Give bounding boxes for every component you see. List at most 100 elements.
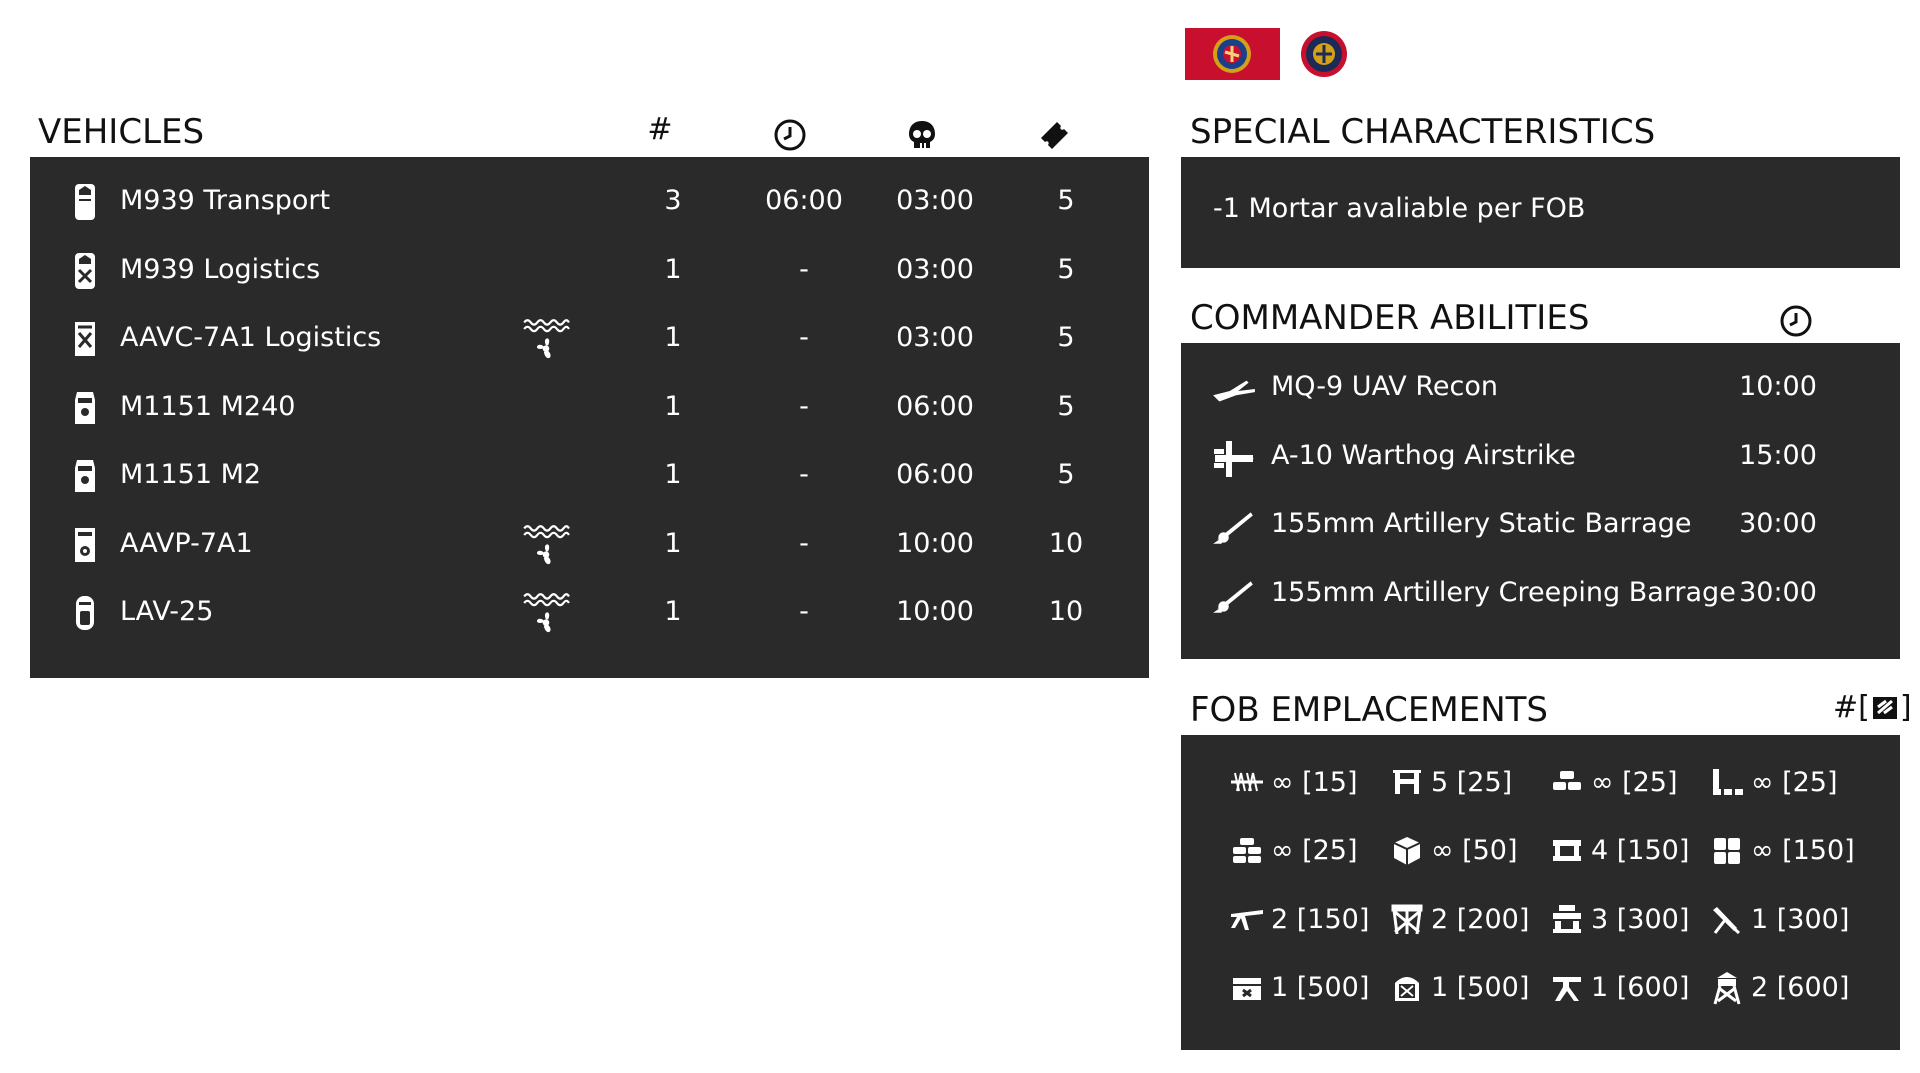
jeep-icon: [68, 456, 102, 496]
fob-emplacement: 2 [600]: [1709, 971, 1849, 1005]
fob-emplacement: 4 [150]: [1549, 834, 1689, 868]
ability-cooldown: 15:00: [1739, 439, 1817, 471]
fob-emplacement-limit: 1 [600]: [1591, 972, 1690, 1003]
radio-hab-icon: [1389, 971, 1425, 1005]
vehicle-count: 1: [664, 527, 682, 559]
vehicle-tickets: 5: [1057, 390, 1075, 422]
ifv-icon: [68, 593, 102, 633]
artillery-icon: [1211, 576, 1257, 616]
special-title: SPECIAL CHARACTERISTICS: [1190, 112, 1656, 152]
ticket-icon: [1037, 118, 1071, 156]
vehicle-tickets: 5: [1057, 185, 1075, 216]
fob-emplacement: 2 [150]: [1229, 902, 1369, 936]
vehicles-title: VEHICLES: [38, 112, 205, 152]
vehicle-row: M1151 M240 1 - 06:00 5: [30, 385, 1149, 435]
razorwire-icon: [1229, 765, 1265, 799]
vehicle-name: M939 Logistics: [120, 253, 321, 285]
fob-emplacement-limit: ∞ [50]: [1431, 835, 1518, 866]
fob-emplacement-limit: ∞ [150]: [1751, 835, 1855, 866]
ammo-crate-icon: [1389, 834, 1425, 868]
mortar-icon: [1709, 902, 1745, 936]
vehicle-respawn: -: [799, 596, 809, 627]
vehicle-row: M939 Logistics 1 - 03:00 5: [30, 248, 1149, 298]
vehicle-row: AAVC-7A1 Logistics 1 - 03:00 5: [30, 316, 1149, 366]
fob-emplacement-limit: 1 [300]: [1751, 903, 1850, 935]
vehicle-name: AAVC-7A1 Logistics: [120, 322, 382, 353]
commander-ability-row: 155mm Artillery Static Barrage 30:00: [1181, 502, 1900, 552]
vehicle-count: 3: [664, 185, 682, 216]
jeep-icon: [68, 388, 102, 428]
fob-emplacement-limit: 4 [150]: [1591, 835, 1690, 866]
fob-emplacement-limit: ∞ [15]: [1271, 766, 1358, 798]
vehicle-count: 1: [664, 322, 682, 353]
vehicles-count-header: #: [647, 112, 673, 147]
vehicle-count: 1: [664, 253, 682, 285]
tower-frame-icon: [1389, 902, 1425, 936]
barrier-block-icon: [1709, 834, 1745, 868]
fob-emplacement: ∞ [25]: [1229, 834, 1358, 868]
fob-emplacement: 5 [25]: [1389, 765, 1512, 799]
truck-logistics-icon: [68, 251, 102, 291]
sandbag-icon: [1549, 765, 1585, 799]
vehicle-name: M939 Transport: [120, 185, 331, 216]
commander-title: COMMANDER ABILITIES: [1190, 298, 1590, 338]
vehicle-tickets: 5: [1057, 322, 1075, 353]
watchtower-icon: [1709, 971, 1745, 1005]
vehicle-destroy: 10:00: [896, 527, 974, 559]
vehicle-tickets: 10: [1048, 596, 1084, 627]
apc-icon: [68, 525, 102, 565]
jet-icon: [1211, 439, 1257, 479]
usmc-flag-icon: [1185, 28, 1280, 80]
fob-emplacement: ∞ [50]: [1389, 834, 1518, 868]
bunker-icon: [1549, 834, 1585, 868]
vehicle-count: 1: [664, 596, 682, 627]
vehicle-name: M1151 M2: [120, 459, 262, 490]
vehicle-respawn: -: [799, 390, 809, 422]
fob-emplacement: 1 [600]: [1549, 971, 1689, 1005]
fob-emplacement-limit: 1 [500]: [1431, 972, 1530, 1003]
vehicle-destroy: 06:00: [896, 459, 974, 490]
fob-emplacement-limit: ∞ [25]: [1271, 835, 1358, 866]
vehicle-respawn: -: [799, 322, 809, 353]
fob-title: FOB EMPLACEMENTS: [1190, 690, 1548, 730]
machine-gun-icon: [1229, 902, 1265, 936]
fob-emplacement: ∞ [150]: [1709, 834, 1855, 868]
vehicle-destroy: 03:00: [896, 185, 974, 216]
vehicle-tickets: 5: [1057, 459, 1075, 490]
vehicle-destroy: 03:00: [896, 322, 974, 353]
vehicle-row: AAVP-7A1 1 - 10:00 10: [30, 522, 1149, 572]
fob-column-header: #[ ]: [1833, 690, 1912, 725]
amphibious-icon: [522, 316, 570, 366]
vehicle-respawn: 06:00: [765, 185, 843, 216]
ability-name: MQ-9 UAV Recon: [1271, 371, 1498, 402]
fob-emplacement-limit: 2 [600]: [1751, 972, 1850, 1003]
vehicle-destroy: 10:00: [896, 596, 974, 627]
vehicle-respawn: -: [799, 253, 809, 285]
vehicle-count: 1: [664, 390, 682, 422]
clock-icon: [1779, 304, 1813, 342]
special-text: -1 Mortar avaliable per FOB: [1213, 193, 1586, 224]
fob-panel: ∞ [15] 5 [25] ∞ [25] ∞ [25] ∞ [25] ∞ [50] 4 [1…: [1181, 735, 1900, 1050]
fob-emplacement-limit: 3 [300]: [1591, 903, 1690, 935]
fob-emplacement: ∞ [15]: [1229, 765, 1358, 799]
uav-icon: [1211, 370, 1257, 410]
fob-emplacement: 1 [300]: [1709, 902, 1849, 936]
bunker-stack-icon: [1549, 902, 1585, 936]
fob-col-label: #[: [1833, 690, 1870, 725]
vehicle-name: M1151 M240: [120, 390, 296, 422]
wall-corner-icon: [1709, 765, 1745, 799]
skull-icon: [905, 118, 939, 156]
commander-panel: MQ-9 UAV Recon 10:00 A-10 Warthog Airstrik…: [1181, 343, 1900, 659]
fob-emplacement-limit: 2 [200]: [1431, 903, 1530, 935]
commander-ability-row: 155mm Artillery Creeping Barrage 30:00: [1181, 571, 1900, 621]
usmc-emblem-icon: [1300, 30, 1348, 78]
amphibious-icon: [522, 522, 570, 572]
apc-logistics-icon: [68, 319, 102, 359]
vehicles-panel: M939 Transport 3 06:00 03:00 5 M939 Logistics…: [30, 157, 1149, 678]
ability-name: A-10 Warthog Airstrike: [1271, 439, 1576, 471]
fob-emplacement: 1 [500]: [1389, 971, 1529, 1005]
vehicle-destroy: 03:00: [896, 253, 974, 285]
vehicle-row: LAV-25 1 - 10:00 10: [30, 590, 1149, 640]
fob-col-label-end: ]: [1899, 690, 1912, 725]
fob-emplacement-limit: 5 [25]: [1431, 766, 1513, 798]
